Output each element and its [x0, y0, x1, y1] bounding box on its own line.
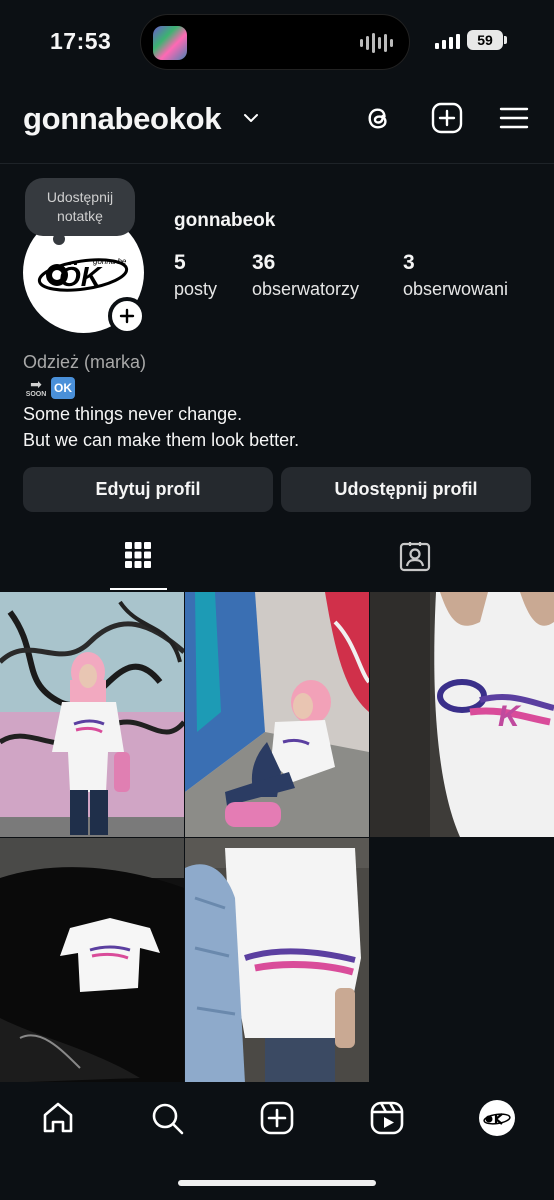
header-divider	[0, 163, 554, 164]
note-line-1: Udostępnij	[46, 189, 114, 205]
account-switcher-username[interactable]: gonnabeokok	[23, 101, 222, 137]
home-icon[interactable]	[40, 1100, 76, 1136]
tab-posts-grid[interactable]	[108, 540, 168, 584]
bio-emoji-line: ➡ SOON OK	[23, 375, 299, 401]
post-thumbnail-3[interactable]: K	[370, 592, 554, 837]
note-line-2: notatkę	[57, 208, 103, 224]
status-time: 17:53	[50, 28, 112, 54]
now-playing-artwork	[153, 26, 187, 60]
profile-category: Odzież (marka)	[23, 352, 147, 372]
audio-waveform-icon	[360, 31, 393, 55]
display-name: gonnabeok	[174, 210, 276, 231]
svg-text:K: K	[498, 700, 522, 733]
stat-following-label: obserwowani	[403, 279, 509, 299]
tagged-person-icon	[399, 542, 431, 572]
status-bar: 17:53 59	[0, 0, 554, 84]
stat-following[interactable]: 3 obserwowani	[403, 251, 508, 300]
soon-label: SOON	[25, 391, 47, 398]
profile-avatar[interactable]	[479, 1100, 515, 1136]
menu-icon[interactable]	[497, 101, 531, 135]
edit-profile-button[interactable]: Edytuj profil	[23, 467, 273, 512]
home-indicator[interactable]	[178, 1180, 376, 1186]
stat-followers-label: obserwatorzy	[252, 279, 360, 299]
stat-posts-label: posty	[174, 279, 218, 299]
avatar-logo-small-text: gonna be	[93, 257, 127, 266]
chevron-down-icon[interactable]	[242, 109, 260, 127]
bio-line-1: Some things never change.	[23, 404, 243, 424]
battery-indicator: 59	[467, 30, 507, 50]
share-profile-button[interactable]: Udostępnij profil	[281, 467, 531, 512]
grid-icon	[125, 542, 151, 568]
share-note-bubble[interactable]: Udostępnij notatkę	[25, 178, 135, 245]
soon-arrow-icon: ➡ SOON	[25, 376, 47, 398]
profile-bio: Odzież (marka) ➡ SOON OK Some things nev…	[23, 349, 299, 453]
stat-posts-value: 5	[174, 251, 186, 274]
profile-header: gonnabeokok	[0, 95, 554, 145]
threads-icon[interactable]	[361, 101, 395, 135]
add-story-button[interactable]	[108, 297, 146, 335]
active-tab-indicator	[110, 588, 167, 590]
bio-line-2: But we can make them look better.	[23, 430, 300, 450]
stat-followers[interactable]: 36 obserwatorzy	[252, 251, 359, 300]
post-thumbnail-2[interactable]	[185, 592, 369, 837]
stat-followers-value: 36	[252, 251, 276, 274]
tab-tagged[interactable]	[385, 540, 445, 584]
plus-icon	[119, 308, 135, 324]
post-thumbnail-1[interactable]	[0, 592, 184, 837]
create-plus-icon[interactable]	[430, 101, 464, 135]
ok-logo-small-icon	[483, 1113, 511, 1125]
cellular-signal-icon	[435, 33, 460, 49]
search-icon[interactable]	[149, 1100, 185, 1136]
reels-icon[interactable]	[369, 1100, 405, 1136]
post-thumbnail-4[interactable]	[0, 838, 184, 1083]
stat-following-value: 3	[403, 251, 415, 274]
stat-posts[interactable]: 5 posty	[174, 251, 217, 300]
create-icon[interactable]	[259, 1100, 295, 1136]
dynamic-island[interactable]	[140, 14, 410, 70]
ok-button-icon: OK	[51, 377, 75, 399]
post-thumbnail-5[interactable]	[185, 838, 369, 1083]
